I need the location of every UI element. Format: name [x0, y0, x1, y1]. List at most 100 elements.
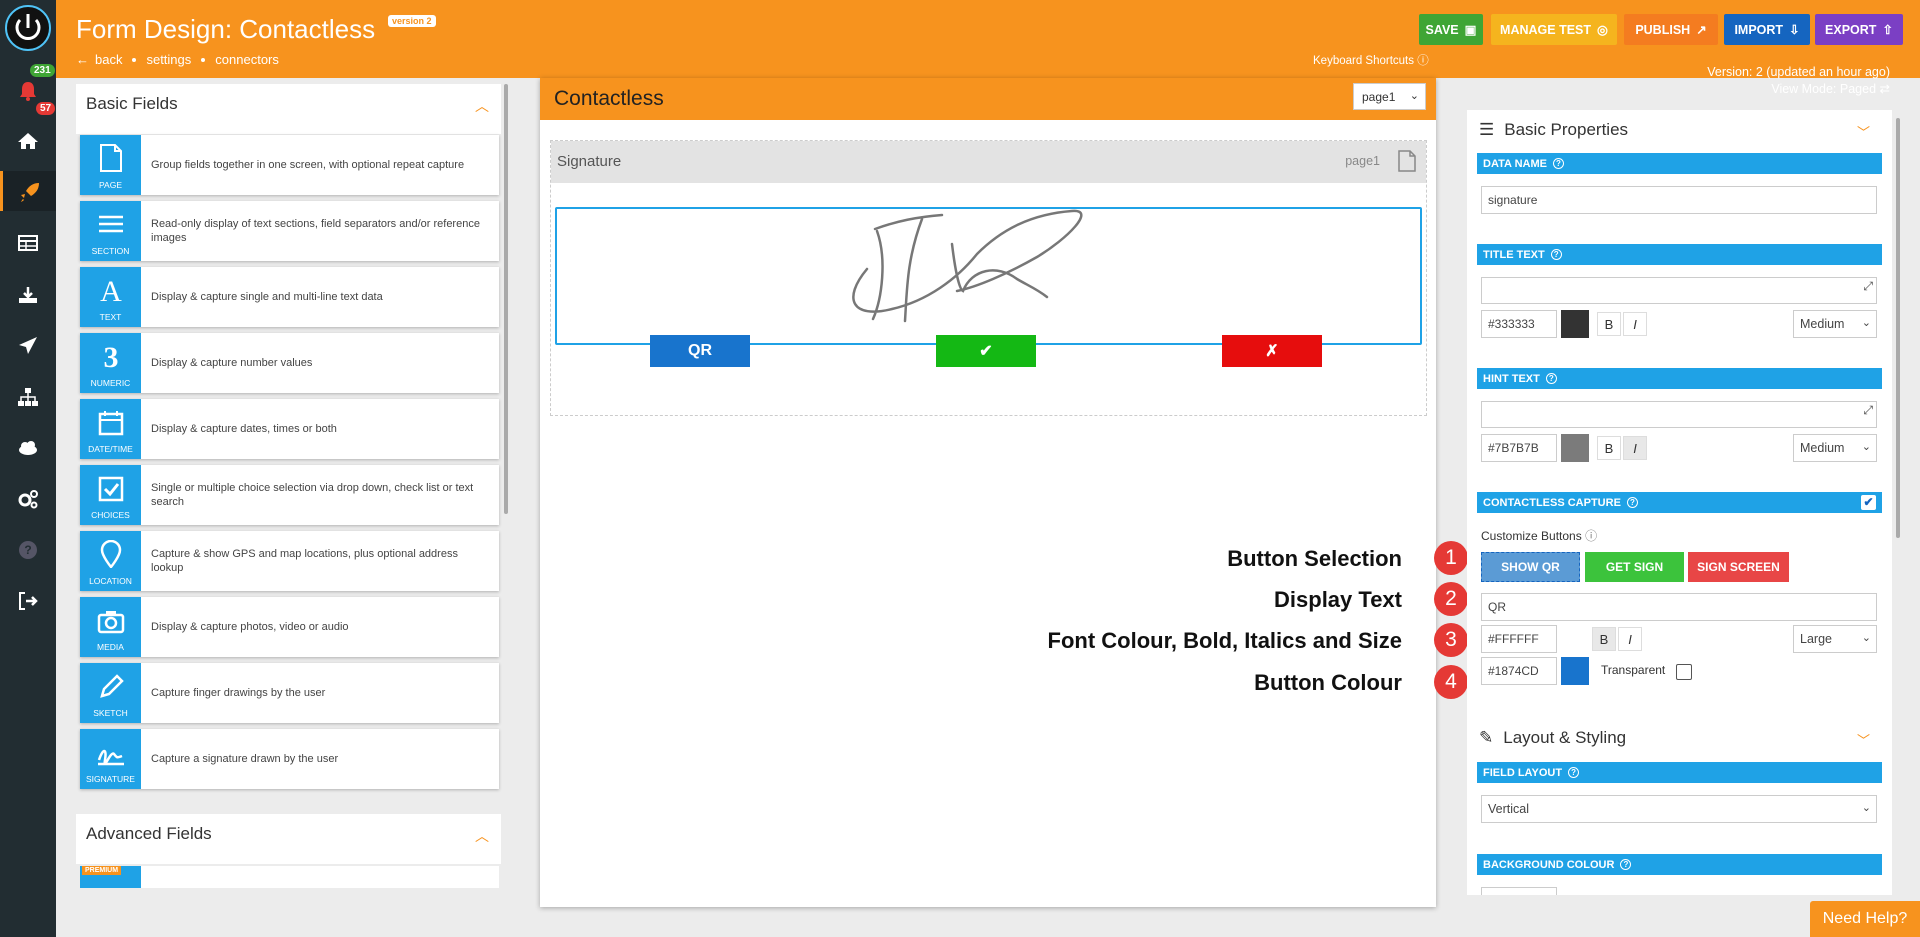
signature-field[interactable]: Signature page1 QR ✔ ✗: [550, 140, 1427, 416]
form-canvas: Contactless page1 ⌄ Signature page1 QR ✔ …: [540, 78, 1436, 907]
hint-bold-toggle[interactable]: B: [1597, 436, 1621, 460]
customize-buttons-text: Customize Buttons: [1481, 529, 1582, 543]
title-text-input[interactable]: ⤢: [1481, 277, 1877, 304]
field-item-section[interactable]: SECTION Read-only display of text section…: [80, 201, 499, 261]
field-item-choices[interactable]: CHOICES Single or multiple choice selecti…: [80, 465, 499, 525]
font-bold-toggle[interactable]: B: [1592, 627, 1616, 651]
field-item-location[interactable]: LOCATION Capture & show GPS and map locat…: [80, 531, 499, 591]
help-circle-icon[interactable]: ⓘ: [1585, 529, 1597, 543]
annotation-number-4: 4: [1434, 665, 1468, 699]
hint-italic-toggle[interactable]: I: [1623, 436, 1647, 460]
logout-icon[interactable]: [13, 588, 43, 614]
title-color-swatch[interactable]: [1561, 310, 1589, 338]
save-button[interactable]: SAVE ▣: [1419, 14, 1483, 45]
svg-text:A: A: [100, 276, 122, 304]
properties-scrollbar[interactable]: [1896, 118, 1900, 538]
sitemap-icon[interactable]: [13, 384, 43, 410]
field-description: Single or multiple choice selection via …: [151, 482, 474, 508]
document-icon: [1398, 150, 1416, 172]
publish-button[interactable]: PUBLISH ↗: [1624, 14, 1718, 45]
sign-screen-button[interactable]: SIGN SCREEN: [1688, 552, 1789, 582]
transparent-checkbox[interactable]: [1676, 664, 1692, 680]
advanced-fields-header[interactable]: Advanced Fields ︿: [76, 814, 501, 864]
field-item-numeric[interactable]: 3 NUMERIC Display & capture number values: [80, 333, 499, 393]
title-bold-toggle[interactable]: B: [1597, 312, 1621, 336]
breadcrumb-settings[interactable]: settings: [146, 52, 191, 67]
share-icon: ↗: [1696, 23, 1707, 37]
field-item-page[interactable]: PAGE Group fields together in one screen,…: [80, 135, 499, 195]
contactless-checkbox[interactable]: ✔: [1861, 495, 1876, 510]
expand-icon[interactable]: ⤢: [1863, 403, 1873, 418]
table-icon[interactable]: [13, 230, 43, 256]
field-item-datetime[interactable]: DATE/TIME Display & capture dates, times …: [80, 399, 499, 459]
advanced-field-item[interactable]: PREMIUM: [80, 866, 499, 888]
app-logo[interactable]: [3, 3, 53, 53]
need-help-button[interactable]: Need Help?: [1810, 901, 1920, 937]
field-layout-value: Vertical: [1488, 802, 1529, 816]
show-qr-button[interactable]: SHOW QR: [1481, 552, 1580, 582]
data-name-input[interactable]: signature: [1481, 186, 1877, 214]
signature-pad[interactable]: QR ✔ ✗: [555, 207, 1422, 367]
contactless-label: CONTACTLESS CAPTURE: [1483, 496, 1621, 509]
bell-icon[interactable]: [13, 78, 43, 104]
manage-test-button[interactable]: MANAGE TEST ◎: [1491, 14, 1617, 45]
field-item-sketch[interactable]: SKETCH Capture finger drawings by the use…: [80, 663, 499, 723]
qr-button[interactable]: QR: [650, 335, 750, 367]
chevron-down-icon[interactable]: ﹀: [1857, 730, 1870, 749]
notification-badge: 57: [36, 102, 56, 115]
font-size-select[interactable]: Large ⌄: [1793, 625, 1877, 653]
confirm-button[interactable]: ✔: [936, 335, 1036, 367]
cancel-button[interactable]: ✗: [1222, 335, 1322, 367]
font-italic-toggle[interactable]: I: [1618, 627, 1642, 651]
basic-properties-header[interactable]: ☰ Basic Properties: [1479, 120, 1628, 140]
cogs-icon[interactable]: [13, 486, 43, 512]
export-button[interactable]: EXPORT ⇧: [1815, 14, 1903, 45]
button-color-input[interactable]: #1874CD: [1481, 657, 1557, 685]
hint-text-input[interactable]: ⤢: [1481, 401, 1877, 428]
button-color-swatch[interactable]: [1561, 657, 1589, 685]
font-color-input[interactable]: #FFFFFF: [1481, 625, 1557, 653]
field-item-text[interactable]: A TEXT Display & capture single and multi-…: [80, 267, 499, 327]
hint-color-swatch[interactable]: [1561, 434, 1589, 462]
field-layout-select[interactable]: Vertical ⌄: [1481, 795, 1877, 823]
home-icon[interactable]: [13, 128, 43, 154]
sidebar-active-item[interactable]: [0, 171, 56, 211]
field-item-signature[interactable]: SIGNATURE Capture a signature drawn by th…: [80, 729, 499, 789]
title-size-select[interactable]: Medium ⌄: [1793, 310, 1877, 338]
basic-fields-header[interactable]: Basic Fields ︿: [76, 84, 501, 134]
send-icon[interactable]: [13, 333, 43, 359]
back-arrow-icon[interactable]: ←: [76, 52, 89, 67]
expand-icon[interactable]: ⤢: [1863, 279, 1873, 294]
field-tile: A TEXT: [80, 267, 141, 327]
view-mode[interactable]: View Mode: Paged ⇄: [1707, 81, 1890, 98]
help-icon[interactable]: ?: [1550, 249, 1562, 260]
breadcrumb-back[interactable]: back: [95, 52, 122, 67]
help-icon[interactable]: ?: [13, 537, 43, 563]
help-icon[interactable]: ?: [1620, 859, 1632, 870]
help-icon[interactable]: ?: [1568, 767, 1580, 778]
cloud-icon[interactable]: [13, 435, 43, 461]
download-icon[interactable]: [13, 282, 43, 308]
background-color-input[interactable]: [1481, 887, 1557, 895]
chevron-up-icon[interactable]: ︿: [475, 826, 489, 846]
layout-styling-header[interactable]: ✎ Layout & Styling: [1479, 728, 1626, 748]
help-icon[interactable]: ?: [1545, 373, 1557, 384]
hint-size-select[interactable]: Medium ⌄: [1793, 434, 1877, 462]
annotation-number-1: 1: [1434, 541, 1468, 575]
help-icon[interactable]: ?: [1626, 497, 1638, 508]
chevron-down-icon[interactable]: ﹀: [1857, 122, 1870, 141]
help-icon[interactable]: ?: [1552, 158, 1564, 169]
hint-color-input[interactable]: #7B7B7B: [1481, 434, 1557, 462]
get-sign-button[interactable]: GET SIGN: [1585, 552, 1684, 582]
display-text-input[interactable]: QR: [1481, 593, 1877, 621]
field-item-media[interactable]: MEDIA Display & capture photos, video or …: [80, 597, 499, 657]
page-select[interactable]: page1 ⌄: [1353, 83, 1426, 110]
title-italic-toggle[interactable]: I: [1623, 312, 1647, 336]
import-button[interactable]: IMPORT ⇩: [1724, 14, 1810, 45]
fields-scrollbar[interactable]: [504, 84, 508, 514]
keyboard-shortcuts-link[interactable]: Keyboard Shortcuts ⓘ: [1313, 52, 1429, 68]
chevron-up-icon[interactable]: ︿: [475, 96, 489, 116]
title-color-input[interactable]: #333333: [1481, 310, 1557, 338]
sidebar-count-badge: 231: [30, 64, 55, 77]
breadcrumb-connectors[interactable]: connectors: [215, 52, 279, 67]
